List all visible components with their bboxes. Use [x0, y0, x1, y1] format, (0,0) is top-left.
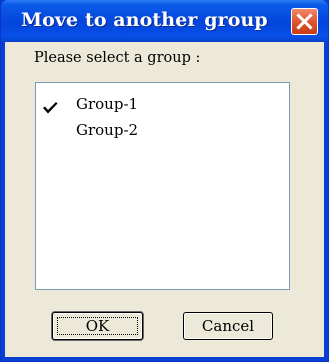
- cancel-button[interactable]: Cancel: [183, 312, 273, 340]
- group-list-item[interactable]: Group-2: [36, 119, 289, 143]
- close-button[interactable]: [291, 8, 318, 35]
- group-list-item[interactable]: Group-1: [36, 93, 289, 117]
- cancel-button-label: Cancel: [201, 317, 255, 335]
- close-icon: [296, 13, 313, 30]
- group-item-label: Group-1: [76, 95, 139, 113]
- group-item-label: Group-2: [76, 121, 139, 139]
- focus-indicator: [57, 317, 138, 335]
- window-title: Move to another group: [21, 9, 268, 31]
- title-bar[interactable]: Move to another group: [1, 0, 328, 42]
- group-listbox[interactable]: Group-1 Group-2: [35, 82, 290, 290]
- ok-button[interactable]: OK: [52, 312, 143, 340]
- checkmark-icon: [43, 102, 58, 114]
- select-group-prompt: Please select a group :: [34, 50, 201, 66]
